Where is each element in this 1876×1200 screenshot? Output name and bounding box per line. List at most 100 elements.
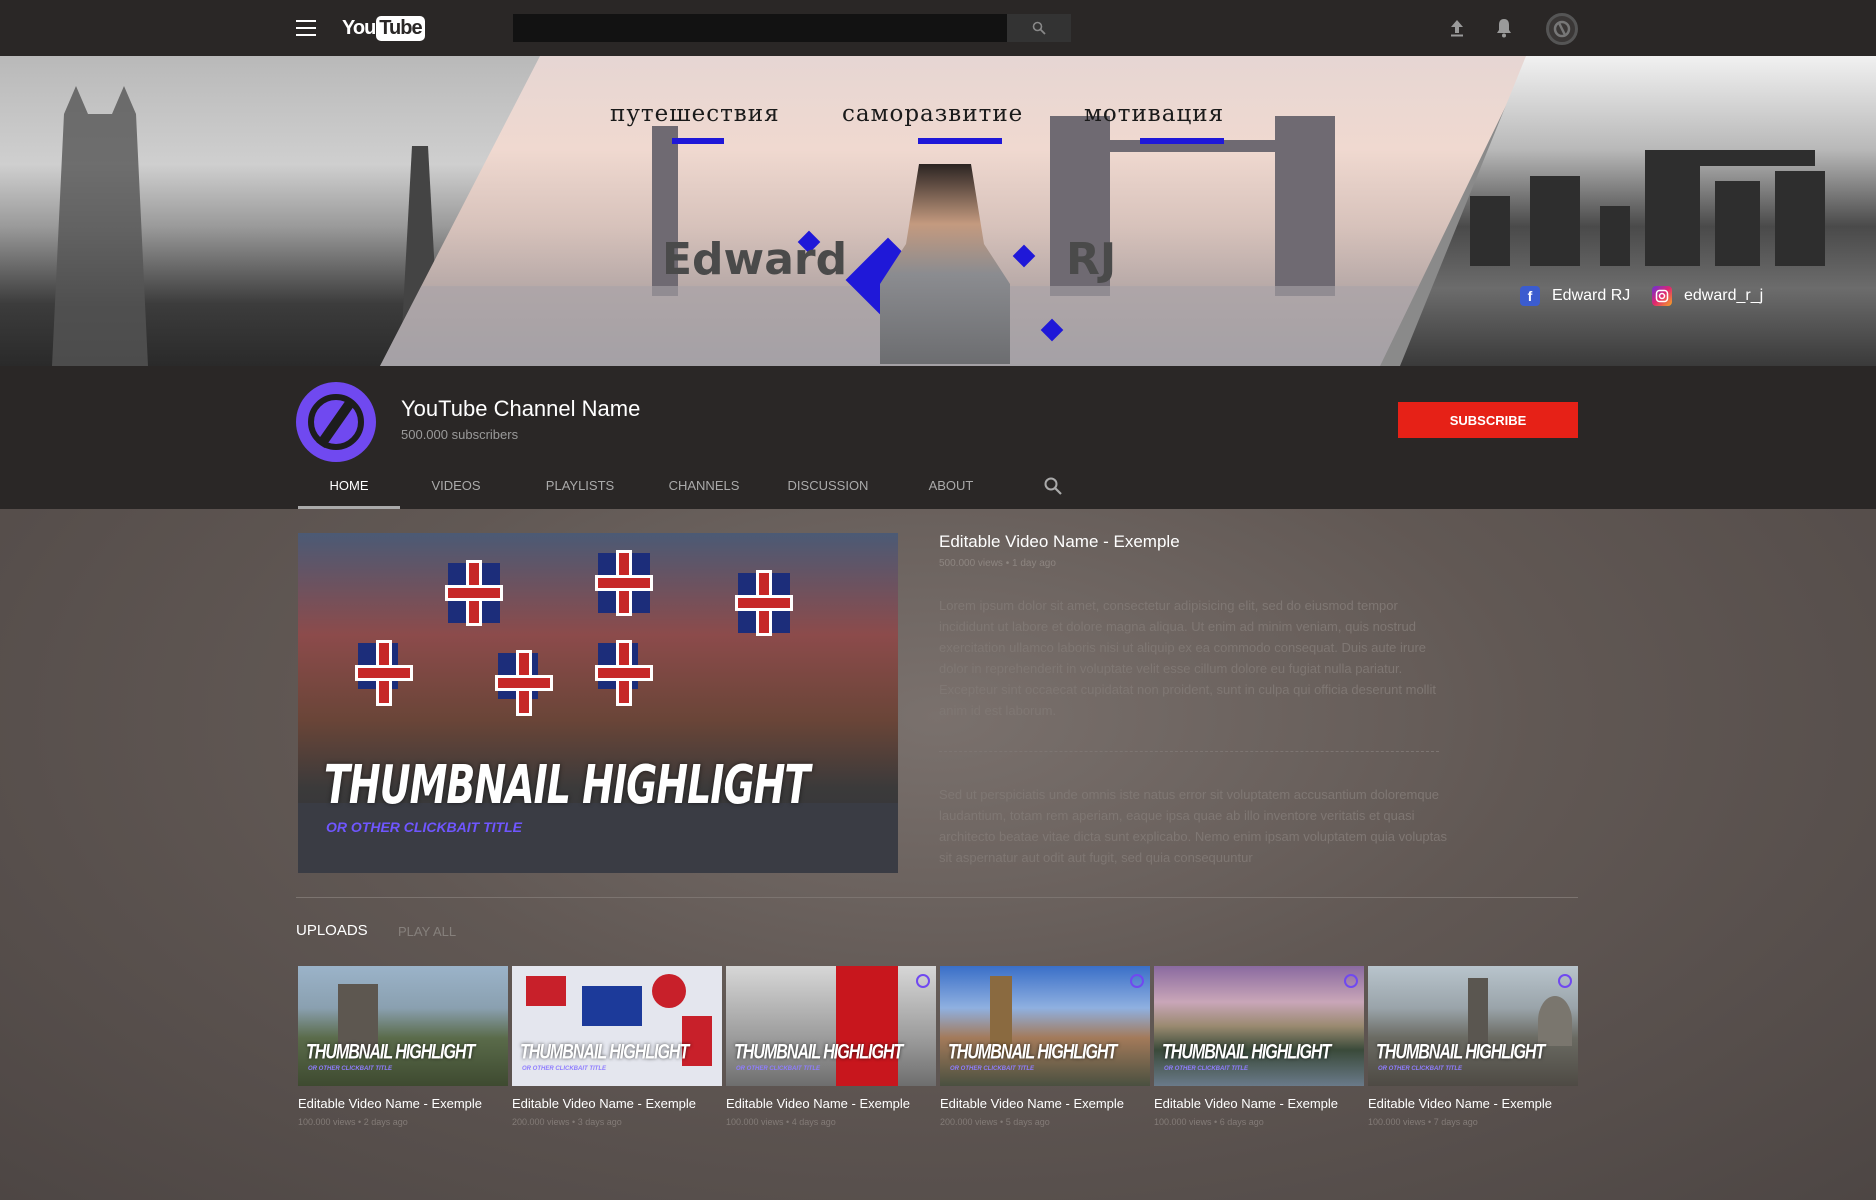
stone-shape [1600, 206, 1630, 266]
thumbnail-subtitle: OR OTHER CLICKBAIT TITLE [950, 1066, 1034, 1072]
union-flag-shape [498, 653, 550, 713]
spire-shape [1468, 978, 1488, 1048]
channel-search-icon[interactable] [1043, 476, 1063, 496]
union-flag-shape [738, 573, 790, 633]
uploads-heading[interactable]: UPLOADS [296, 922, 368, 939]
instagram-icon [1652, 286, 1672, 306]
union-flag-shape [448, 563, 500, 623]
upload-card-thumbnail[interactable]: THUMBNAIL HIGHLIGHT OR OTHER CLICKBAIT T… [298, 966, 508, 1086]
channel-banner: путешествия саморазвитие мотивация Edwar… [0, 56, 1876, 366]
channel-logo-icon [1558, 974, 1572, 988]
banner-word-motivation: мотивация [1084, 101, 1225, 127]
thumbnail-title: THUMBNAIL HIGHLIGHT [1376, 1040, 1545, 1064]
upload-card-thumbnail[interactable]: THUMBNAIL HIGHLIGHT OR OTHER CLICKBAIT T… [1154, 966, 1364, 1086]
upload-card-title[interactable]: Editable Video Name - Exemple [512, 1096, 696, 1111]
upload-card-title[interactable]: Editable Video Name - Exemple [940, 1096, 1124, 1111]
featured-video-description-2: Sed ut perspiciatis unde omnis iste natu… [939, 787, 1448, 865]
stone-shape [1715, 181, 1760, 266]
banner-name-first: Edward [662, 234, 848, 285]
thumbnail-subtitle: OR OTHER CLICKBAIT TITLE [1378, 1066, 1462, 1072]
upload-card-meta: 200.000 views • 3 days ago [512, 1117, 622, 1127]
thumbnail-title: THUMBNAIL HIGHLIGHT [948, 1040, 1117, 1064]
search-button[interactable] [1007, 14, 1071, 42]
divider [296, 897, 1578, 898]
featured-video-title[interactable]: Editable Video Name - Exemple [939, 532, 1180, 552]
upload-card-meta: 100.000 views • 6 days ago [1154, 1117, 1264, 1127]
menu-icon[interactable] [296, 20, 316, 36]
channel-logo-icon [1553, 20, 1571, 38]
thumbnail-subtitle: OR OTHER CLICKBAIT TITLE [308, 1066, 392, 1072]
account-icon[interactable] [1546, 13, 1578, 45]
thumbnail-title: THUMBNAIL HIGHLIGHT [324, 754, 810, 816]
stone-shape [1470, 196, 1510, 266]
phone-box-shape [836, 966, 898, 1086]
union-flag-shape [598, 553, 650, 613]
facebook-link[interactable]: f Edward RJ [1520, 286, 1630, 306]
play-all-button[interactable]: PLAY ALL [398, 924, 456, 939]
top-bar: You Tube [0, 0, 1876, 56]
channel-logo-icon [1130, 974, 1144, 988]
stone-shape [1530, 176, 1580, 266]
channel-logo-icon [916, 974, 930, 988]
tab-discussion[interactable]: DISCUSSION [760, 466, 896, 509]
upload-card-title[interactable]: Editable Video Name - Exemple [1154, 1096, 1338, 1111]
lintel-stone-shape [1645, 150, 1815, 166]
thumbnail-title: THUMBNAIL HIGHLIGHT [520, 1040, 689, 1064]
stone-shape [1645, 166, 1700, 266]
search-icon [1032, 21, 1046, 35]
featured-video-meta: 500.000 views • 1 day ago [939, 558, 1056, 569]
facebook-icon: f [1520, 286, 1540, 306]
upload-card-thumbnail[interactable]: THUMBNAIL HIGHLIGHT OR OTHER CLICKBAIT T… [1368, 966, 1578, 1086]
divider [939, 751, 1439, 752]
content-area [0, 509, 1876, 1200]
cathedral-silhouette [52, 86, 148, 366]
instagram-label: edward_r_j [1684, 287, 1764, 304]
thumbnail-title: THUMBNAIL HIGHLIGHT [306, 1040, 475, 1064]
channel-tabs: HOME VIDEOS PLAYLISTS CHANNELS DISCUSSIO… [298, 466, 1006, 509]
featured-video-description: Lorem ipsum dolor sit amet, consectetur … [939, 598, 1436, 718]
banner-word-travel: путешествия [610, 101, 780, 127]
banner-underline [918, 138, 1002, 144]
thumbnail-subtitle: OR OTHER CLICKBAIT TITLE [522, 1066, 606, 1072]
youtube-logo[interactable]: You Tube [342, 16, 425, 41]
banner-underline [672, 138, 724, 144]
thumbnail-title: THUMBNAIL HIGHLIGHT [734, 1040, 903, 1064]
subscriber-count: 500.000 subscribers [401, 427, 519, 442]
upload-card-meta: 100.000 views • 7 days ago [1368, 1117, 1478, 1127]
thumbnail-subtitle: OR OTHER CLICKBAIT TITLE [736, 1066, 820, 1072]
upload-card-meta: 200.000 views • 5 days ago [940, 1117, 1050, 1127]
upload-icon[interactable] [1445, 16, 1469, 40]
banner-name-last: RJ [1066, 234, 1117, 285]
tab-videos[interactable]: VIDEOS [400, 466, 512, 509]
channel-logo-icon [1344, 974, 1358, 988]
umbrella-shape [652, 974, 686, 1008]
channel-logo-icon [308, 394, 364, 450]
bell-icon[interactable] [1492, 16, 1516, 40]
thumbnail-title: THUMBNAIL HIGHLIGHT [1162, 1040, 1331, 1064]
subscribe-button[interactable]: SUBSCRIBE [1398, 402, 1578, 438]
stone-shape [1775, 171, 1825, 266]
channel-avatar[interactable] [296, 382, 376, 462]
channel-name[interactable]: YouTube Channel Name [401, 396, 640, 422]
featured-video-thumbnail[interactable]: THUMBNAIL HIGHLIGHT OR OTHER CLICKBAIT T… [298, 533, 898, 873]
union-flag-shape [598, 643, 650, 703]
upload-card-title[interactable]: Editable Video Name - Exemple [298, 1096, 482, 1111]
upload-card-thumbnail[interactable]: THUMBNAIL HIGHLIGHT OR OTHER CLICKBAIT T… [512, 966, 722, 1086]
dome-shape [1538, 996, 1572, 1046]
tab-home[interactable]: HOME [298, 466, 400, 509]
tab-channels[interactable]: CHANNELS [648, 466, 760, 509]
tab-playlists[interactable]: PLAYLISTS [512, 466, 648, 509]
upload-card-thumbnail[interactable]: THUMBNAIL HIGHLIGHT OR OTHER CLICKBAIT T… [726, 966, 936, 1086]
instagram-link[interactable]: edward_r_j [1652, 286, 1763, 306]
facebook-label: Edward RJ [1552, 287, 1631, 304]
upload-card-thumbnail[interactable]: THUMBNAIL HIGHLIGHT OR OTHER CLICKBAIT T… [940, 966, 1150, 1086]
bridge-shape [582, 986, 642, 1026]
bus-shape [526, 976, 566, 1006]
upload-card-title[interactable]: Editable Video Name - Exemple [1368, 1096, 1552, 1111]
logo-tube: Tube [376, 16, 425, 41]
upload-card-title[interactable]: Editable Video Name - Exemple [726, 1096, 910, 1111]
banner-underline [1140, 138, 1224, 144]
tab-about[interactable]: ABOUT [896, 466, 1006, 509]
search-input[interactable] [513, 14, 1007, 42]
thumbnail-subtitle: OR OTHER CLICKBAIT TITLE [1164, 1066, 1248, 1072]
